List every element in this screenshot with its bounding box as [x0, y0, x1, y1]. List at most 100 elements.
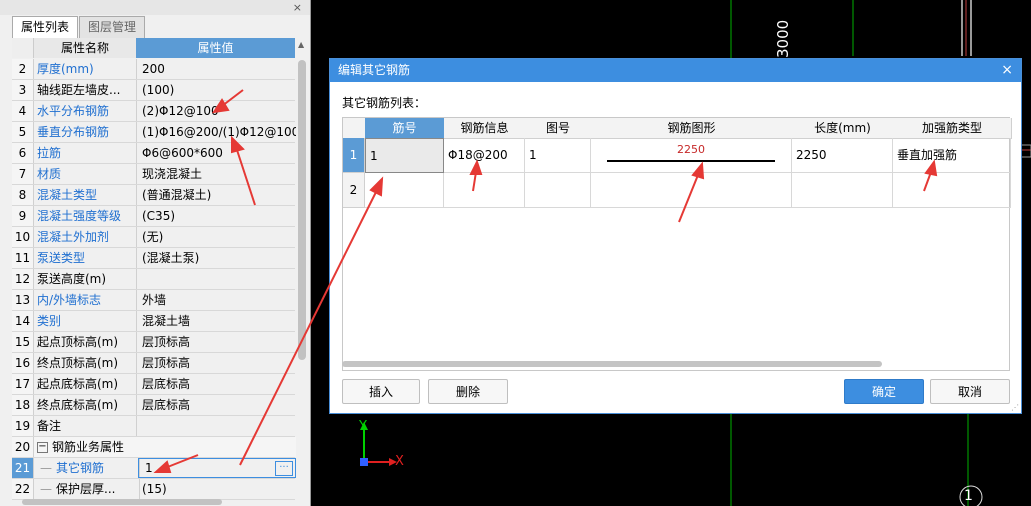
property-value-text: 混凝土墙 [142, 314, 191, 328]
property-row[interactable]: 10 混凝土外加剂 (无) [12, 227, 295, 248]
insert-button[interactable]: 插入 [342, 379, 420, 404]
property-value[interactable]: 层底标高 [138, 395, 299, 415]
cancel-button[interactable]: 取消 [930, 379, 1010, 404]
property-row[interactable]: 5 垂直分布钢筋 (1)Φ16@200/(1)Φ12@100 [12, 122, 299, 143]
property-name-text: 起点顶标高(m) [37, 335, 119, 349]
scrollbar-thumb[interactable] [22, 499, 222, 505]
property-value[interactable]: 层底标高 [138, 374, 299, 394]
close-icon[interactable]: × [293, 1, 302, 14]
table-cell[interactable] [365, 173, 444, 208]
column-header[interactable]: 加强筋类型 [893, 118, 1012, 139]
property-row[interactable]: 8 混凝土类型 (普通混凝土) [12, 185, 295, 206]
row-number: 17 [12, 374, 34, 394]
property-name-text: 轴线距左墙皮... [37, 83, 121, 97]
grid-marker-label: 1 [964, 488, 973, 504]
column-header[interactable]: 筋号 [365, 118, 445, 139]
row-number: 5 [12, 122, 34, 142]
header-property-name[interactable]: 属性名称 [34, 38, 137, 58]
ok-button[interactable]: 确定 [844, 379, 924, 404]
column-header[interactable]: 图号 [525, 118, 592, 139]
table-horizontal-scrollbar[interactable] [342, 361, 882, 367]
table-cell[interactable] [893, 173, 1011, 208]
row-number: 21 [12, 458, 34, 478]
property-row[interactable]: 16 终点顶标高(m) 层顶标高 [12, 353, 295, 374]
table-cell[interactable] [525, 173, 591, 208]
ellipsis-button[interactable]: ··· [275, 461, 293, 476]
property-value[interactable]: (无) [138, 227, 299, 247]
property-row[interactable]: 4 水平分布钢筋 (2)Φ12@100 [12, 101, 295, 122]
header-property-value[interactable]: 属性值 [136, 38, 295, 58]
table-cell[interactable] [444, 173, 525, 208]
close-icon[interactable]: × [1001, 59, 1013, 82]
property-name: 起点顶标高(m) [34, 332, 137, 352]
property-value[interactable]: Φ6@600*600 [138, 143, 299, 163]
property-value[interactable]: 混凝土墙 [138, 311, 299, 331]
property-name: 终点顶标高(m) [34, 353, 137, 373]
property-value[interactable]: 200 [138, 59, 299, 79]
property-value[interactable] [138, 416, 299, 436]
row-number: 22 [12, 479, 34, 499]
property-row[interactable]: 11 泵送类型 (混凝土泵) [12, 248, 295, 269]
vertical-scrollbar[interactable]: ▲ [296, 38, 308, 500]
tab-layer-management[interactable]: 图层管理 [79, 16, 146, 38]
property-row[interactable]: 9 混凝土强度等级 (C35) [12, 206, 295, 227]
property-name-text: 水平分布钢筋 [37, 104, 110, 118]
rebar-list-label: 其它钢筋列表： [342, 96, 427, 110]
property-value[interactable]: 外墙 [138, 290, 299, 310]
scroll-up-icon[interactable]: ▲ [298, 40, 304, 49]
property-row[interactable]: 3 轴线距左墙皮... (100) [12, 80, 295, 101]
table-cell[interactable] [591, 173, 792, 208]
resize-grip-icon[interactable]: ⋰ [1011, 403, 1019, 412]
property-name-text: 钢筋业务属性 [52, 440, 125, 454]
row-number: 4 [12, 101, 34, 121]
property-value[interactable]: (C35) [138, 206, 299, 226]
table-cell[interactable]: Φ18@200 [444, 138, 525, 173]
property-row[interactable]: 21 — 其它钢筋 1 ··· [12, 458, 296, 479]
scrollbar-thumb[interactable] [298, 60, 306, 360]
property-value-text: (1)Φ16@200/(1)Φ12@100 [142, 125, 299, 139]
row-number: 11 [12, 248, 34, 268]
property-value[interactable]: (1)Φ16@200/(1)Φ12@100 [138, 122, 299, 142]
tab-property-list[interactable]: 属性列表 [12, 16, 79, 38]
property-name: 混凝土外加剂 [34, 227, 137, 247]
property-name-text: 备注 [37, 419, 62, 433]
table-cell[interactable]: 2250 [591, 138, 792, 173]
property-value[interactable]: (普通混凝土) [138, 185, 299, 205]
property-row[interactable]: 2 厚度(mm) 200 [12, 59, 295, 80]
property-value[interactable]: (100) [138, 80, 299, 100]
property-value-text: (2)Φ12@100 [142, 104, 219, 118]
property-value[interactable]: 层顶标高 [138, 353, 299, 373]
column-header[interactable]: 钢筋信息 [444, 118, 526, 139]
property-row[interactable]: 17 起点底标高(m) 层底标高 [12, 374, 295, 395]
property-value[interactable]: (混凝土泵) [138, 248, 299, 268]
property-value[interactable]: (2)Φ12@100 [138, 101, 299, 121]
table-cell[interactable]: 1 [525, 138, 591, 173]
column-header[interactable]: 长度(mm) [792, 118, 894, 139]
row-number[interactable]: 1 [343, 138, 365, 173]
property-value[interactable]: 层顶标高 [138, 332, 299, 352]
property-row[interactable]: 7 材质 现浇混凝土 [12, 164, 295, 185]
dialog-titlebar[interactable]: 编辑其它钢筋 × [330, 59, 1021, 82]
property-row[interactable]: 14 类别 混凝土墙 [12, 311, 295, 332]
property-row[interactable]: 19 备注 [12, 416, 295, 437]
property-value[interactable]: 现浇混凝土 [138, 164, 299, 184]
table-cell[interactable] [792, 173, 893, 208]
property-value[interactable]: 1 ··· [138, 458, 296, 478]
collapse-icon[interactable]: − [37, 442, 48, 453]
property-row[interactable]: 6 拉筋 Φ6@600*600 [12, 143, 295, 164]
property-value-text: (无) [142, 230, 164, 244]
property-row[interactable]: 15 起点顶标高(m) 层顶标高 [12, 332, 295, 353]
row-number[interactable]: 2 [343, 173, 365, 208]
table-cell[interactable]: 1 [365, 138, 444, 173]
horizontal-scrollbar[interactable] [12, 497, 295, 506]
property-value[interactable]: (15) [138, 479, 299, 499]
table-cell[interactable]: 垂直加强筋 [893, 138, 1011, 173]
property-value[interactable] [138, 269, 299, 289]
delete-button[interactable]: 删除 [428, 379, 508, 404]
property-row[interactable]: 12 泵送高度(m) [12, 269, 295, 290]
table-cell[interactable]: 2250 [792, 138, 893, 173]
property-value-text: 层顶标高 [142, 356, 191, 370]
property-row[interactable]: 18 终点底标高(m) 层底标高 [12, 395, 295, 416]
property-row[interactable]: 13 内/外墙标志 外墙 [12, 290, 295, 311]
property-row[interactable]: 20− 钢筋业务属性 [12, 437, 297, 458]
